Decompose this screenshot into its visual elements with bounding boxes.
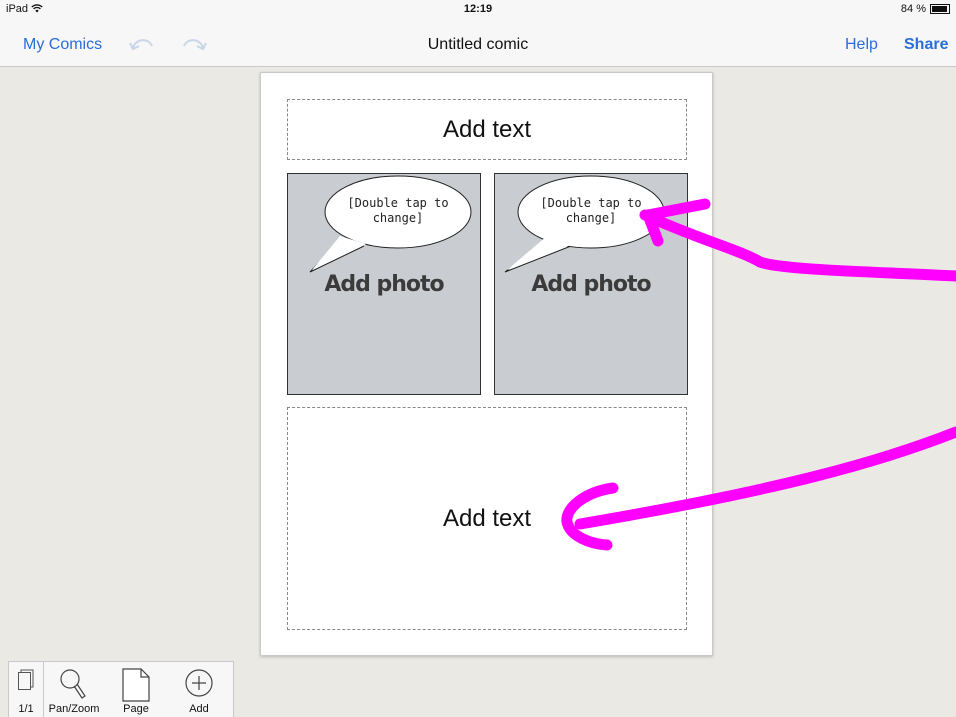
bottom-text-label: Add text	[442, 504, 532, 532]
add-photo-label-left: Add photo	[324, 272, 444, 297]
plus-circle-icon	[185, 669, 213, 697]
pan-zoom-button[interactable]: Pan/Zoom	[45, 662, 103, 717]
page-count-label: 1/1	[18, 703, 34, 715]
bottom-toolbar: 1/1 Pan/Zoom Page Add	[8, 661, 234, 717]
page-button[interactable]: Page	[113, 662, 159, 717]
battery-percent: 84 %	[900, 3, 926, 15]
bubble-line2: change]	[372, 211, 424, 225]
page-title: Untitled comic	[427, 36, 529, 53]
battery-icon	[930, 4, 950, 14]
page-label: Page	[123, 703, 149, 715]
pan-zoom-label: Pan/Zoom	[48, 703, 100, 715]
magnifier-icon	[60, 669, 86, 699]
clock: 12:19	[463, 3, 493, 15]
bubble-line2: change]	[565, 211, 617, 225]
bubble-text-left: [Double tap to change]	[328, 196, 468, 226]
photo-panel-left[interactable]: [Double tap to change] Add photo	[287, 173, 481, 395]
top-text-box[interactable]: Add text	[287, 99, 687, 160]
speech-bubble-left[interactable]	[288, 174, 482, 284]
share-button[interactable]: Share	[904, 36, 948, 54]
add-photo-label-right: Add photo	[531, 272, 651, 297]
top-text-label: Add text	[442, 115, 532, 143]
nav-bar: My Comics Untitled comic Help Share	[0, 20, 956, 67]
pages-icon	[18, 669, 34, 690]
bubble-text-right: [Double tap to change]	[521, 196, 661, 226]
battery-status: 84 %	[901, 3, 950, 15]
add-button[interactable]: Add	[177, 662, 221, 717]
page-icon	[122, 668, 150, 702]
bubble-line1: [Double tap to	[540, 196, 642, 210]
add-label: Add	[189, 703, 209, 715]
help-button[interactable]: Help	[845, 36, 878, 54]
speech-bubble-right[interactable]	[495, 174, 689, 284]
bubble-line1: [Double tap to	[347, 196, 449, 210]
comic-page[interactable]: Add text [Double tap to change] Add phot…	[260, 72, 713, 656]
bottom-text-box[interactable]: Add text	[287, 407, 687, 630]
page-count-button[interactable]: 1/1	[9, 662, 44, 717]
photo-panel-right[interactable]: [Double tap to change] Add photo	[494, 173, 688, 395]
status-bar: iPad 12:19 84 %	[0, 0, 956, 20]
